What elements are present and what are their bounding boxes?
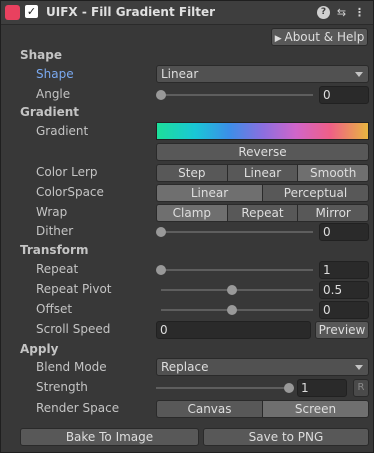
render-space-canvas[interactable]: Canvas (156, 400, 262, 418)
strength-slider-thumb[interactable] (284, 383, 294, 393)
strength-label: Strength (36, 380, 88, 394)
angle-slider-thumb[interactable] (156, 90, 166, 100)
wrap-toggle: Clamp Repeat Mirror (156, 204, 370, 222)
offset-label: Offset (36, 302, 73, 316)
dither-label: Dither (36, 224, 74, 238)
save-to-png-button[interactable]: Save to PNG (203, 428, 369, 446)
offset-slider-track[interactable] (161, 309, 313, 311)
dither-field[interactable]: 0 (319, 223, 369, 241)
repeat-pivot-label: Repeat Pivot (36, 282, 112, 296)
repeat-pivot-field[interactable]: 0.5 (319, 281, 369, 299)
render-space-label: Render Space (36, 401, 120, 415)
blend-mode-dropdown[interactable]: Replace (156, 358, 369, 376)
render-space-screen[interactable]: Screen (262, 400, 369, 418)
dropdown-arrow-icon (355, 365, 363, 370)
color-lerp-step[interactable]: Step (156, 164, 227, 182)
uifx-logo-icon (5, 5, 20, 20)
component-header: ✓ UIFX - Fill Gradient Filter ? ⇆ ⋮ (1, 1, 373, 25)
wrap-label: Wrap (36, 205, 68, 219)
section-transform: Transform (20, 243, 89, 257)
render-space-toggle: Canvas Screen (156, 400, 369, 418)
color-lerp-smooth[interactable]: Smooth (297, 164, 370, 182)
colorspace-label: ColorSpace (36, 185, 104, 199)
section-gradient: Gradient (20, 105, 79, 119)
bake-to-image-button[interactable]: Bake To Image (20, 428, 199, 446)
angle-field[interactable]: 0 (319, 86, 369, 104)
preview-button[interactable]: Preview (315, 321, 369, 339)
about-help-button[interactable]: ▶ About & Help (271, 28, 368, 46)
repeat-pivot-slider-thumb[interactable] (227, 285, 237, 295)
repeat-label: Repeat (36, 262, 79, 276)
colorspace-linear[interactable]: Linear (156, 184, 262, 202)
scroll-speed-label: Scroll Speed (36, 322, 111, 336)
repeat-field[interactable]: 1 (319, 261, 369, 279)
colorspace-toggle: Linear Perceptual (156, 184, 369, 202)
presets-icon[interactable]: ⇆ (335, 6, 348, 19)
offset-field[interactable]: 0 (319, 301, 369, 319)
wrap-mirror[interactable]: Mirror (297, 204, 370, 222)
shape-dropdown[interactable]: Linear (156, 65, 369, 83)
color-lerp-label: Color Lerp (36, 165, 98, 179)
colorspace-perceptual[interactable]: Perceptual (262, 184, 369, 202)
inspector-panel: ✓ UIFX - Fill Gradient Filter ? ⇆ ⋮ ▶ Ab… (0, 0, 374, 453)
gradient-swatch[interactable] (156, 122, 369, 140)
strength-slider-track[interactable] (156, 387, 294, 389)
color-lerp-linear[interactable]: Linear (226, 164, 298, 182)
scroll-speed-field[interactable]: 0 (156, 321, 311, 339)
repeat-pivot-slider-track[interactable] (161, 289, 313, 291)
more-options-icon[interactable]: ⋮ (353, 6, 366, 19)
color-lerp-toggle: Step Linear Smooth (156, 164, 370, 182)
section-shape: Shape (20, 48, 63, 62)
offset-slider-thumb[interactable] (227, 305, 237, 315)
dither-slider-thumb[interactable] (156, 227, 166, 237)
repeat-slider-thumb[interactable] (156, 265, 166, 275)
blend-mode-label: Blend Mode (36, 360, 107, 374)
angle-slider-track[interactable] (161, 94, 313, 96)
dropdown-arrow-icon (355, 72, 363, 77)
component-title: UIFX - Fill Gradient Filter (46, 5, 216, 19)
wrap-repeat[interactable]: Repeat (226, 204, 298, 222)
gradient-label: Gradient (36, 124, 89, 138)
reverse-button[interactable]: Reverse (156, 143, 369, 161)
shape-label: Shape (36, 67, 74, 81)
play-icon: ▶ (274, 34, 285, 44)
section-apply: Apply (20, 342, 59, 356)
dither-slider-track[interactable] (161, 231, 313, 233)
angle-label: Angle (36, 87, 71, 101)
strength-field[interactable]: 1 (297, 379, 347, 397)
wrap-clamp[interactable]: Clamp (156, 204, 227, 222)
repeat-slider-track[interactable] (161, 269, 313, 271)
enabled-checkbox[interactable]: ✓ (25, 5, 38, 18)
strength-lock-button[interactable]: R (353, 379, 369, 397)
help-icon[interactable]: ? (317, 6, 330, 19)
